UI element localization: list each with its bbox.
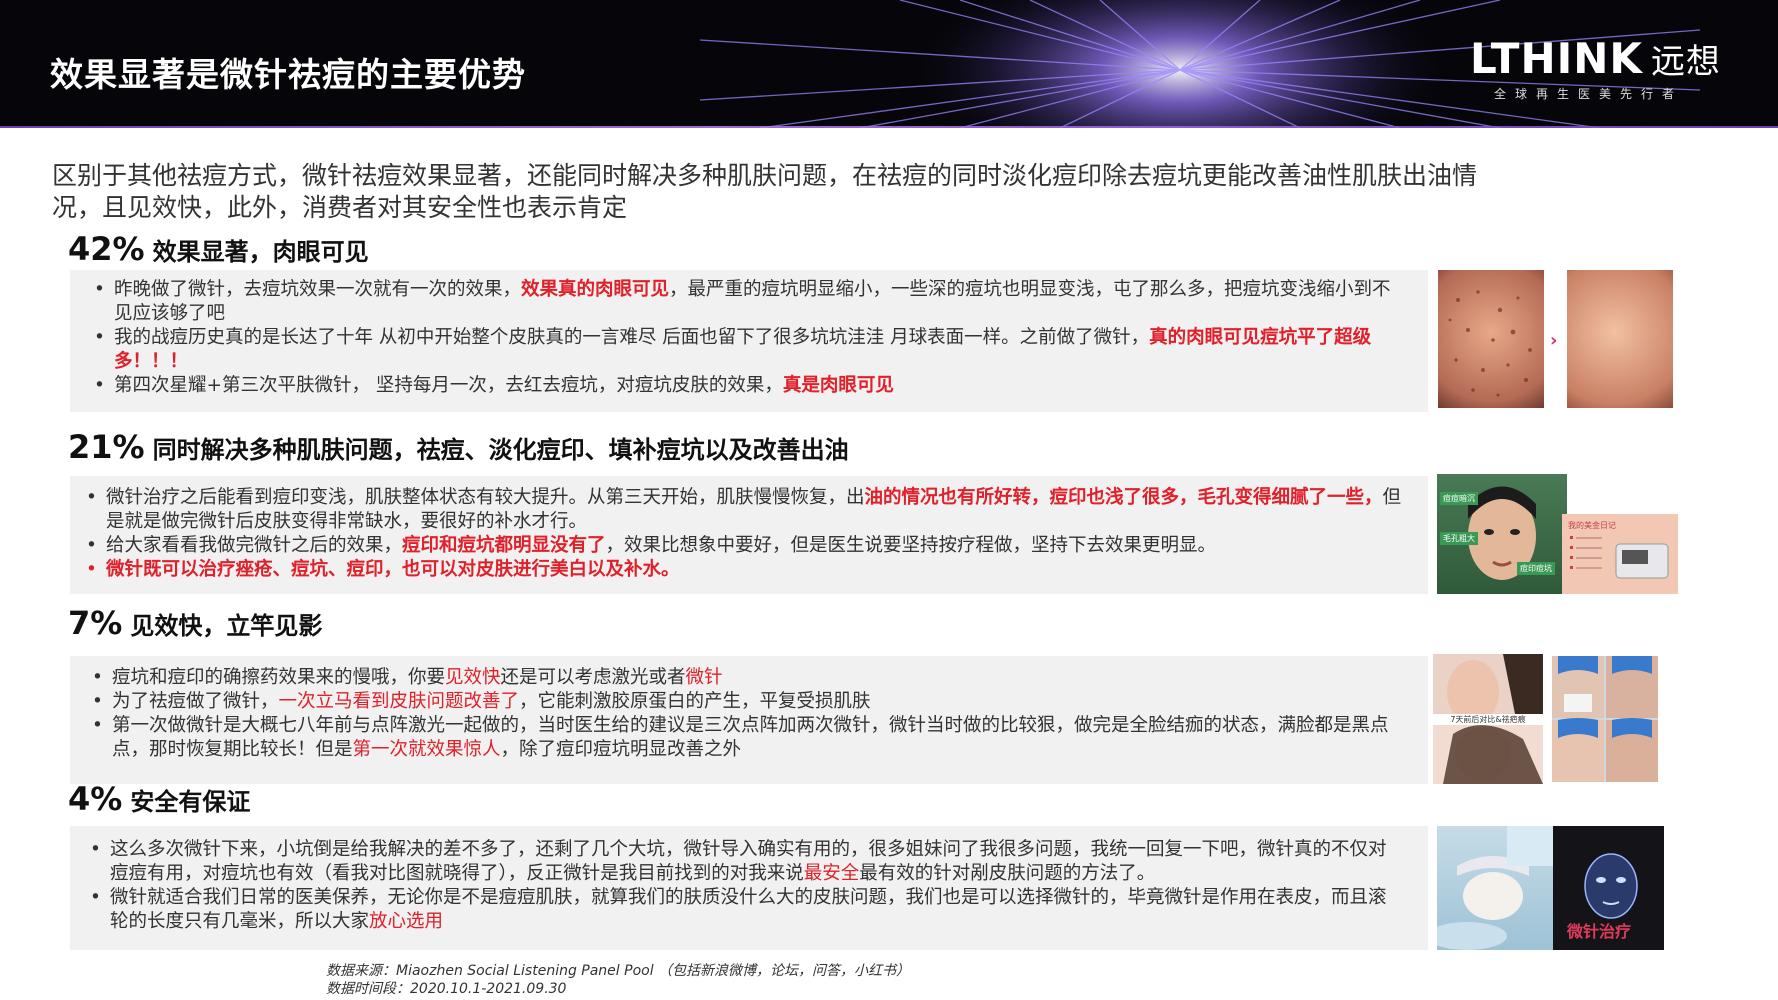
card-title: 我的美金日记 — [1568, 521, 1616, 530]
analysis-tag: 毛孔粗大 — [1440, 532, 1478, 545]
quote-item: 第一次做微针是大概七八年前与点阵激光一起做的，当时医生给的建议是三次点阵加两次微… — [88, 714, 1402, 762]
treatment-faces-photo — [1552, 656, 1658, 782]
brand-logo: LTHINK 远想 全球再生医美先行者 — [1470, 34, 1740, 104]
quote-item: 第四次星耀+第三次平肤微针， 坚持每月一次，去红去痘坑，对痘坑皮肤的效果，真是肉… — [90, 374, 1400, 398]
section-heading-4: 4% 安全有保证 — [68, 780, 251, 818]
photo-caption: 微针治疗 — [1566, 922, 1631, 941]
section-heading-7: 7% 见效快，立竿见影 — [68, 604, 323, 642]
quote-item: 昨晚做了微针，去痘坑效果一次就有一次的效果，效果真的肉眼可见，最严重的痘坑明显缩… — [90, 278, 1400, 326]
header-divider — [0, 126, 1778, 128]
quote-item: 给大家看看我做完微针之后的效果，痘印和痘坑都明显没有了，效果比想象中要好，但是医… — [82, 534, 1402, 558]
intro-paragraph: 区别于其他祛痘方式，微针祛痘效果显著，还能同时解决多种肌肤问题，在祛痘的同时淡化… — [52, 161, 1478, 222]
quote-item: 微针就适合我们日常的医美保养，无论你是不是痘痘肌肤，就算我们的肤质没什么大的皮肤… — [86, 886, 1402, 934]
logo-wordmark: LTHINK 远想 — [1470, 34, 1721, 83]
section-heading-21: 21% 同时解决多种肌肤问题，祛痘、淡化痘印、填补痘坑以及改善出油 — [68, 428, 849, 466]
logo-tagline: 全球再生医美先行者 — [1494, 87, 1684, 101]
page-title: 效果显著是微针祛痘的主要优势 — [50, 55, 526, 94]
treatment-illustration — [1437, 826, 1553, 950]
device-card-photo: 我的美金日记 — [1562, 514, 1678, 594]
analysis-tag: 痘印痘坑 — [1517, 562, 1555, 575]
quote-item: 痘坑和痘印的确擦药效果来的慢哦，你要见效快还是可以考虑激光或者微针 — [88, 666, 1402, 690]
quote-item: 微针治疗之后能看到痘印变浅，肌肤整体状态有较大提升。从第三天开始，肌肤慢慢恢复，… — [82, 486, 1402, 534]
microneedle-treatment-photo — [1437, 826, 1553, 950]
section-quotes-box-2: 微针治疗之后能看到痘印变浅，肌肤整体状态有较大提升。从第三天开始，肌肤慢慢恢复，… — [70, 476, 1428, 594]
quote-item: 我的战痘历史真的是长达了十年 从初中开始整个皮肤真的一言难尽 后面也留下了很多坑… — [90, 326, 1400, 374]
quote-item: 微针既可以治疗痤疮、痘坑、痘印，也可以对皮肤进行美白以及补水。 — [82, 558, 1402, 582]
section-quotes-box-4: 这么多次微针下来，小坑倒是给我解决的差不多了，还剩了几个大坑，微针导入确实有用的… — [70, 826, 1428, 950]
quote-item: 这么多次微针下来，小坑倒是给我解决的差不多了，还剩了几个大坑，微针导入确实有用的… — [86, 838, 1402, 886]
quote-item: 为了祛痘做了微针，一次立马看到皮肤问题改善了，它能刺激胶原蛋白的产生，平复受损肌… — [88, 690, 1402, 714]
before-after-face-photo: 7天前后对比&祛疤痕 — [1433, 654, 1543, 784]
section-heading-42: 42% 效果显著，肉眼可见 — [68, 230, 369, 268]
before-skin-photo — [1438, 270, 1544, 408]
acne-texture — [1448, 290, 1532, 397]
arrow-right-icon: › — [1550, 330, 1558, 351]
analysis-tag: 痘痘暗沉 — [1440, 492, 1478, 505]
data-source-note: 数据来源：Miaozhen Social Listening Panel Poo… — [326, 963, 911, 997]
photo-caption: 7天前后对比&祛疤痕 — [1433, 714, 1543, 725]
after-skin-photo — [1567, 270, 1673, 408]
masked-faces-illustration — [1552, 656, 1658, 782]
section-quotes-box-3: 痘坑和痘印的确擦药效果来的慢哦，你要见效快还是可以考虑激光或者微针 为了祛痘做了… — [70, 656, 1428, 784]
face-analysis-photo: 痘痘暗沉 毛孔粗大 痘印痘坑 — [1437, 474, 1567, 594]
led-mask-photo: 微针治疗 — [1553, 826, 1664, 950]
section-quotes-box-1: 昨晚做了微针，去痘坑效果一次就有一次的效果，效果真的肉眼可见，最严重的痘坑明显缩… — [70, 270, 1428, 412]
header-banner: 效果显著是微针祛痘的主要优势 LTHINK 远想 全球再生医美先行者 — [0, 0, 1778, 128]
